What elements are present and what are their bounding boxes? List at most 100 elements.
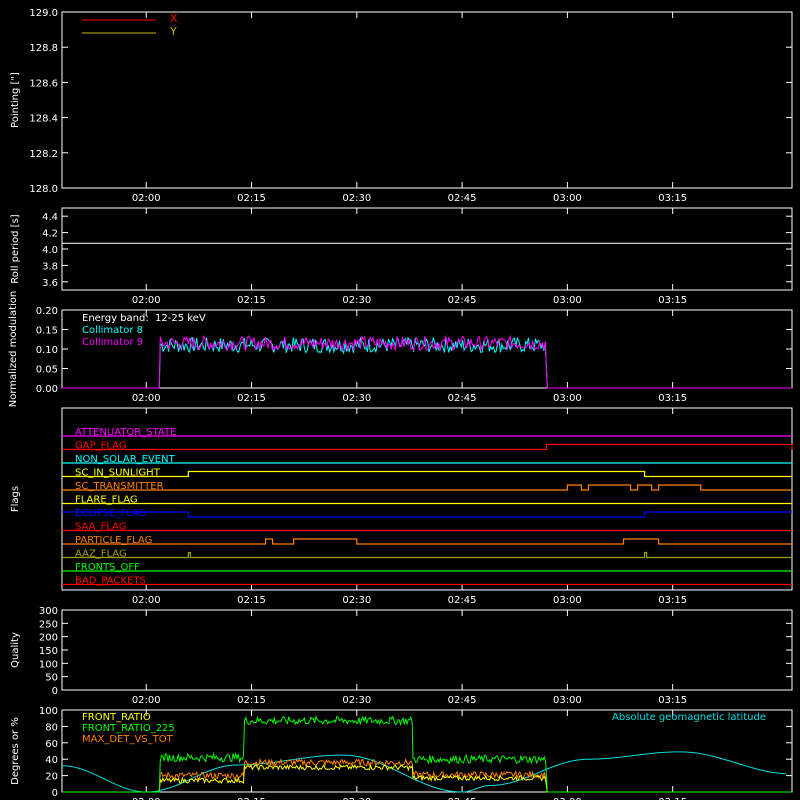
flag-line-sc-transmitter xyxy=(62,484,792,491)
flag-line-eclipse-flag xyxy=(62,511,792,518)
y-axis-label-0: Pointing ["] xyxy=(10,72,21,128)
flag-label-aaz-flag: AAZ_FLAG xyxy=(75,549,127,560)
y-axis-label-4: Quality xyxy=(10,632,21,668)
x-tick-label-2-4: 03:00 xyxy=(553,393,582,404)
legend-label-max-det-vs-tot: MAX_DET_VS_TOT xyxy=(82,734,174,745)
x-tick-label-4-4: 03:00 xyxy=(553,695,582,706)
x-tick-label-2-1: 02:15 xyxy=(237,393,266,404)
legend-label-y: Y xyxy=(169,25,177,38)
x-tick-label-2-2: 02:30 xyxy=(342,393,371,404)
legend-label-collimator-9: Collimator 9 xyxy=(82,337,143,348)
plot-canvas: Pointing ["] 128.0 128.2 128.4 128.6 128.8 129… xyxy=(8,8,793,800)
x-tick-label-4-5: 03:15 xyxy=(658,695,687,706)
y-tick-label-4-1: 50 xyxy=(45,673,58,684)
y-tick-label-1-0: 3.6 xyxy=(42,278,58,289)
panel-frame-1 xyxy=(61,207,793,291)
panel-frame-4 xyxy=(61,609,793,691)
flag-label-sc-transmitter: SC_TRANSMITTER xyxy=(75,481,164,492)
y-tick-label-5-5: 100 xyxy=(39,706,58,717)
y-tick-label-5-3: 60 xyxy=(45,739,58,750)
legend-label-geomagnetic-latitude: Absolute geomagnetic latitude xyxy=(612,712,766,723)
y-axis-label-5: Degrees or % xyxy=(10,717,21,785)
y-tick-label-2-4: 0.20 xyxy=(36,306,58,317)
x-tick-label-2-0: 02:00 xyxy=(132,393,161,404)
x-tick-label-1-5: 03:15 xyxy=(658,295,687,306)
flag-label-flare-flag: FLARE_FLAG xyxy=(75,495,138,506)
flag-line-particle-flag xyxy=(62,538,792,545)
x-tick-label-2-3: 02:45 xyxy=(448,393,477,404)
x-tick-label-3-1: 02:15 xyxy=(237,595,266,606)
x-tick-label-1-3: 02:45 xyxy=(448,295,477,306)
flag-line-aaz-flag xyxy=(62,551,792,559)
y-tick-label-5-4: 80 xyxy=(45,722,58,733)
x-tick-label-4-0: 02:00 xyxy=(132,695,161,706)
x-tick-label-2-5: 03:15 xyxy=(658,393,687,404)
x-tick-label-3-3: 02:45 xyxy=(448,595,477,606)
y-tick-label-4-5: 250 xyxy=(39,619,58,630)
y-tick-label-4-4: 200 xyxy=(39,633,58,644)
flag-label-attenuator-state: ATTENUATOR_STATE xyxy=(75,427,176,438)
flag-label-bad-packets: BAD_PACKETS xyxy=(75,576,146,587)
x-tick-label-0-1: 02:15 xyxy=(237,193,266,204)
x-tick-label-0-3: 02:45 xyxy=(448,193,477,204)
flag-label-sc-in-sunlight: SC_IN_SUNLIGHT xyxy=(75,468,161,479)
y-tick-label-0-5: 129.0 xyxy=(29,8,58,19)
y-tick-label-1-3: 4.2 xyxy=(42,229,58,240)
x-tick-label-1-1: 02:15 xyxy=(237,295,266,306)
panel-frame-0 xyxy=(61,11,793,189)
legend-label-front-ratio: FRONT_RATIO xyxy=(82,712,151,723)
y-tick-label-0-1: 128.2 xyxy=(29,149,58,160)
y-tick-label-5-0: 0 xyxy=(52,788,58,799)
x-tick-label-3-4: 03:00 xyxy=(553,595,582,606)
y-tick-label-4-0: 0 xyxy=(52,686,58,697)
flag-label-particle-flag: PARTICLE_FLAG xyxy=(75,535,152,546)
legend-label-x: X xyxy=(170,12,178,25)
x-tick-label-0-0: 02:00 xyxy=(132,193,161,204)
series-front-ratio xyxy=(62,763,792,793)
x-tick-label-0-5: 03:15 xyxy=(658,193,687,204)
legend-label-front-ratio-225: FRONT_RATIO_225 xyxy=(82,723,175,734)
legend-label-collimator-8: Collimator 8 xyxy=(82,325,143,336)
y-tick-label-0-3: 128.6 xyxy=(29,78,58,89)
y-tick-label-4-6: 300 xyxy=(39,606,58,617)
x-tick-label-4-2: 02:30 xyxy=(342,695,371,706)
y-axis-label-1: Roll period [s] xyxy=(10,214,21,283)
y-tick-label-2-0: 0.00 xyxy=(36,384,58,395)
y-tick-label-4-3: 150 xyxy=(39,646,58,657)
series-collimator-8 xyxy=(62,336,792,389)
flag-label-non-solar-event: NON_SOLAR_EVENT xyxy=(75,454,176,465)
flag-label-saa-flag: SAA_FLAG xyxy=(75,522,126,533)
x-tick-label-3-0: 02:00 xyxy=(132,595,161,606)
y-tick-label-0-2: 128.4 xyxy=(29,114,58,125)
y-tick-label-2-2: 0.10 xyxy=(36,345,58,356)
x-tick-label-1-0: 02:00 xyxy=(132,295,161,306)
y-axis-label-3: Flags xyxy=(10,486,21,512)
flag-line-sc-in-sunlight xyxy=(62,470,792,478)
y-tick-label-5-1: 20 xyxy=(45,772,58,783)
y-tick-label-5-2: 40 xyxy=(45,755,58,766)
flag-label-gap-flag: GAP_FLAG xyxy=(75,441,127,452)
flag-label-fronts-off: FRONTS_OFF xyxy=(75,562,140,573)
y-tick-label-1-4: 4.4 xyxy=(42,212,58,223)
energy-band-value: 12-25 keV xyxy=(155,313,206,324)
x-tick-label-3-5: 03:15 xyxy=(658,595,687,606)
x-tick-label-4-1: 02:15 xyxy=(237,695,266,706)
y-tick-label-0-4: 128.8 xyxy=(29,43,58,54)
flag-line-gap-flag xyxy=(62,443,793,451)
x-tick-label-1-2: 02:30 xyxy=(342,295,371,306)
y-tick-label-2-3: 0.15 xyxy=(36,326,58,337)
energy-band-label: Energy band: xyxy=(82,313,149,324)
plot-page: Pointing ["] 128.0 128.2 128.4 128.6 128.8 129… xyxy=(0,0,800,800)
flag-label-eclipse-flag: ECLIPSE_FLAG xyxy=(75,508,146,519)
x-tick-label-1-4: 03:00 xyxy=(553,295,582,306)
x-tick-label-0-2: 02:30 xyxy=(342,193,371,204)
y-axis-label-2: Normalized modulation xyxy=(8,291,19,408)
y-tick-label-2-1: 0.05 xyxy=(36,365,58,376)
y-tick-label-1-2: 4.0 xyxy=(42,245,58,256)
y-tick-label-4-2: 100 xyxy=(39,659,58,670)
x-tick-label-0-4: 03:00 xyxy=(553,193,582,204)
x-tick-label-3-2: 02:30 xyxy=(342,595,371,606)
x-tick-label-4-3: 02:45 xyxy=(448,695,477,706)
y-tick-label-1-1: 3.8 xyxy=(42,261,58,272)
y-tick-label-0-0: 128.0 xyxy=(29,184,58,195)
